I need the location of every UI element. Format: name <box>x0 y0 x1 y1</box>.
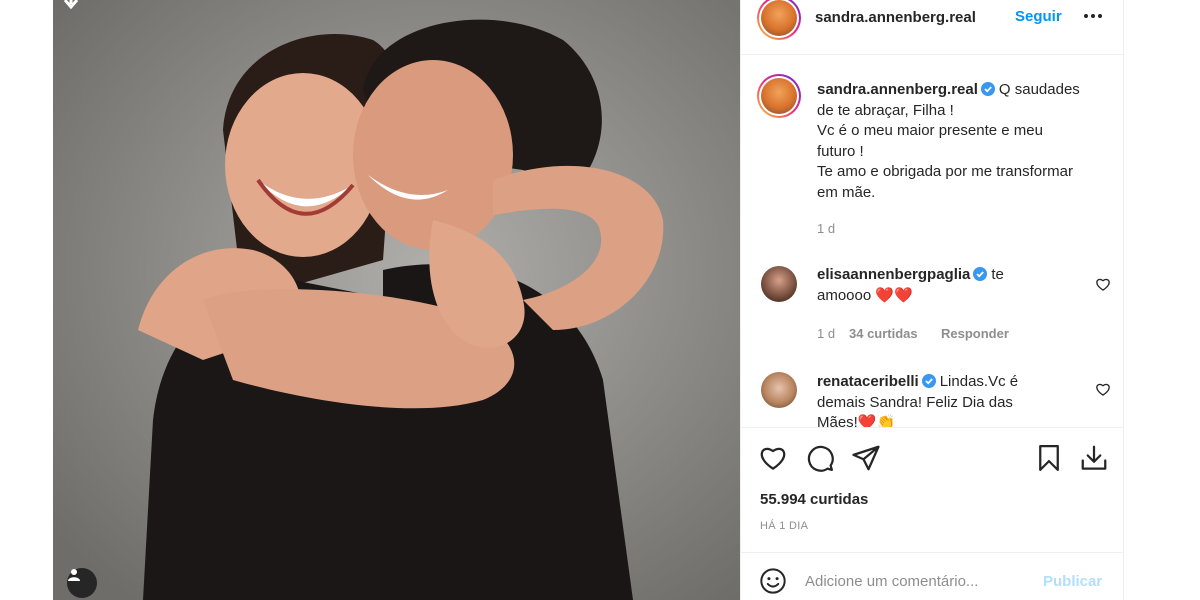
comment-body-cont: amoooo ❤️❤️ <box>817 286 913 304</box>
post-photo[interactable] <box>53 0 740 600</box>
heart-outline-icon[interactable] <box>758 443 788 473</box>
caption-text-5: Te amo e obrigada por me transformar <box>817 163 1073 181</box>
verified-badge-icon <box>980 82 995 96</box>
publish-button[interactable]: Publicar <box>1043 573 1102 590</box>
comments-list[interactable]: sandra.annenberg.real Q saudades de te ab… <box>741 56 1125 427</box>
verified-badge-icon <box>921 374 936 388</box>
likes-count[interactable]: 55.994 curtidas <box>760 491 868 508</box>
comment-likes[interactable]: 34 curtidas <box>849 326 918 341</box>
comment-body: Lindas.Vc é <box>939 373 1019 390</box>
comment-text: elisaannenbergpaglia te amoooo ❤️❤️ <box>817 265 1087 306</box>
caption-avatar[interactable] <box>757 74 801 118</box>
page-gutter-left <box>0 0 53 600</box>
commenter-avatar[interactable] <box>761 266 797 302</box>
bookmark-icon[interactable] <box>1034 443 1064 473</box>
user-tag-icon[interactable] <box>67 568 97 598</box>
post-caption: sandra.annenberg.real Q saudades de te ab… <box>817 80 1111 204</box>
add-comment-bar: Publicar <box>741 552 1125 600</box>
caption-time[interactable]: 1 d <box>817 221 835 236</box>
comment-time[interactable]: 1 d <box>817 326 835 341</box>
photo-illustration <box>53 0 740 600</box>
post-actions: 55.994 curtidas HÁ 1 DIA <box>741 427 1125 552</box>
comment-like-icon[interactable] <box>1095 276 1111 292</box>
more-horizontal-icon[interactable] <box>1081 4 1105 28</box>
smiley-icon[interactable] <box>759 567 787 595</box>
comment-body-cont2: Mães!❤️👏 <box>817 414 896 427</box>
post-header: sandra.annenberg.real Seguir <box>741 0 1125 55</box>
follow-button[interactable]: Seguir <box>1015 8 1062 25</box>
caption-text-4: futuro ! <box>817 142 864 160</box>
comment-like-icon[interactable] <box>1095 381 1111 397</box>
comment-bubble-icon[interactable] <box>805 443 835 473</box>
caption-text-1: Q saudades <box>998 81 1080 98</box>
comment-username[interactable]: elisaannenbergpaglia <box>817 266 970 283</box>
page-gutter-right <box>1124 0 1200 600</box>
download-icon[interactable] <box>1079 443 1109 473</box>
comment-body: te <box>991 266 1004 283</box>
paper-plane-icon[interactable] <box>851 443 881 473</box>
post-date: HÁ 1 DIA <box>760 520 809 532</box>
comment-body-cont: demais Sandra! Feliz Dia das <box>817 393 1013 411</box>
caption-username[interactable]: sandra.annenberg.real <box>817 81 978 98</box>
comment-text: renataceribelli Lindas.Vc é demais Sandra… <box>817 372 1087 427</box>
comment-username[interactable]: renataceribelli <box>817 373 919 390</box>
post-details-panel: sandra.annenberg.real Seguir sandra.anne… <box>740 0 1125 600</box>
author-username[interactable]: sandra.annenberg.real <box>815 9 976 26</box>
commenter-avatar[interactable] <box>761 372 797 408</box>
author-avatar[interactable] <box>757 0 801 40</box>
verified-badge-icon <box>973 267 988 281</box>
caption-text-6: em mãe. <box>817 183 876 201</box>
caption-text-2: de te abraçar, Filha ! <box>817 101 954 119</box>
reply-button[interactable]: Responder <box>941 326 1009 341</box>
caption-text-3: Vc é o meu maior presente e meu <box>817 122 1043 140</box>
comment-input[interactable] <box>805 573 1025 590</box>
